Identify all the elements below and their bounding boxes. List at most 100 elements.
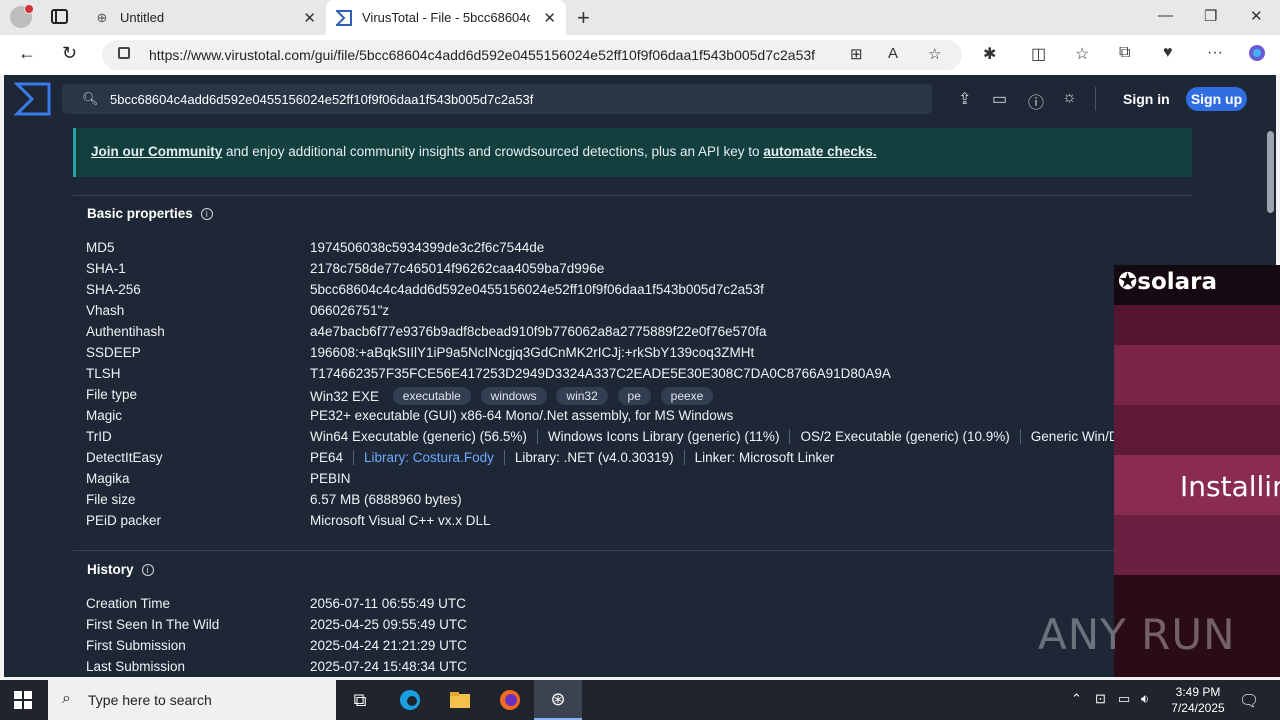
die-entry[interactable]: Library: .NET (v4.0.30319) [515,450,685,465]
die-entry[interactable]: Linker: Microsoft Linker [695,450,845,465]
notifications-icon[interactable]: 🗨︎ [1239,691,1259,711]
trid-entry[interactable]: Windows Icons Library (generic) (11%) [548,429,791,444]
banner-text: Join our Community and enjoy additional … [91,144,877,159]
tab-untitled[interactable]: ⊕ Untitled ✕ [84,0,326,35]
tab-actions-icon[interactable] [51,9,68,24]
close-icon[interactable]: ✕ [543,9,556,27]
chat-icon[interactable]: ▭ [992,89,1007,109]
split-screen-icon[interactable]: ◫ [1031,44,1046,64]
property-value[interactable]: 066026751"z [310,303,389,318]
property-value[interactable]: PEBIN [310,471,351,486]
minimize-icon[interactable]: — [1158,7,1173,24]
info-icon[interactable]: i [141,564,154,576]
banner-middle-text: and enjoy additional community insights … [222,144,764,159]
scrollbar-thumb[interactable] [1267,131,1274,213]
tag-win32[interactable]: win32 [556,387,608,405]
history-value[interactable]: 2025-07-24 15:48:34 UTC [310,659,467,674]
file-explorer-icon[interactable] [436,680,484,720]
costura-fody-link[interactable]: Library: Costura.Fody [364,450,505,465]
automate-checks-link[interactable]: automate checks. [763,144,876,159]
property-row-peid-packer: PEiD packer Microsoft Visual C++ vx.x DL… [86,510,1186,531]
refresh-icon[interactable]: ↻ [62,43,77,64]
history-key: Last Submission [86,659,186,674]
property-value[interactable]: 1974506038c5934399de3c2f6c7544de [310,240,544,255]
tab-label: Untitled [120,10,165,25]
taskbar-search[interactable]: ⌕ Type here to search [48,680,336,720]
history-value[interactable]: 2056-07-11 06:55:49 UTC [310,596,466,611]
close-icon[interactable]: ✕ [303,9,316,27]
property-key: Magic [86,408,123,423]
system-clock[interactable]: 3:49 PM 7/24/2025 [1163,684,1233,716]
installer-band [1114,305,1280,345]
vt-header: 🔍︎ ⇪ ▭ ⓘ ☼ Sign in Sign up [4,75,1264,123]
extensions-icon[interactable]: ✱ [983,44,996,64]
firefox-icon[interactable] [486,680,534,720]
tag-peexe[interactable]: peexe [660,387,714,405]
more-menu-icon[interactable]: ··· [1207,44,1223,62]
trid-entry[interactable]: Win64 Executable (generic) (56.5%) [310,429,538,444]
tag-windows[interactable]: windows [480,387,547,405]
property-row-sha256: SHA-256 5bcc68604c4c4add6d592e0455156024… [86,279,1186,300]
profile-avatar[interactable] [10,4,34,28]
tag-pe[interactable]: pe [617,387,651,405]
property-value[interactable]: T174662357F35FCE56E417253D2949D3324A337C… [310,366,891,381]
die-entry[interactable]: PE64 [310,450,355,465]
upload-icon[interactable]: ⇪ [958,89,971,109]
history-value[interactable]: 2025-04-25 09:55:49 UTC [310,617,467,632]
property-value: Win64 Executable (generic) (56.5%) Window… [310,429,1185,444]
window-close-icon[interactable]: ✕ [1250,7,1263,25]
restore-icon[interactable]: ❐ [1204,7,1217,25]
favorites-icon[interactable]: ☆ [1075,44,1089,64]
property-value[interactable]: PE32+ executable (GUI) x86-64 Mono/.Net … [310,408,733,423]
volume-icon[interactable]: 🔉︎ [1141,691,1149,707]
info-icon[interactable]: i [200,208,213,220]
property-key: TrID [86,429,112,444]
search-box[interactable]: 🔍︎ [62,84,932,114]
property-value[interactable]: a4e7bacb6f77e9376b9adf8cbead910f9b776062… [310,324,766,339]
url-text[interactable]: https://www.virustotal.com/gui/file/5bcc… [149,47,839,63]
property-value[interactable]: Microsoft Visual C++ vx.x DLL [310,513,491,528]
app-available-icon[interactable]: ⊞ [850,45,863,63]
property-key: PEiD packer [86,513,162,528]
url-field[interactable]: https://www.virustotal.com/gui/file/5bcc… [102,40,962,70]
new-tab-icon[interactable]: + [577,5,590,31]
device-icon[interactable]: ⊡ [1095,691,1106,707]
join-community-link[interactable]: Join our Community [91,144,222,159]
property-value: PE64 Library: Costura.Fody Library: .NET (… [310,450,854,465]
virustotal-icon [336,9,352,26]
windows-start-icon[interactable] [14,691,32,709]
tag-executable[interactable]: executable [392,387,471,405]
edge-icon[interactable] [386,680,434,720]
history-key: First Seen In The Wild [86,617,220,632]
task-view-icon[interactable]: ⧉ [336,680,384,720]
show-hidden-icons-icon[interactable]: ⌃ [1071,691,1082,707]
favorite-star-icon[interactable]: ☆ [928,45,941,63]
file-type-value[interactable]: Win32 EXE [310,389,379,404]
installing-status: Installin [1180,470,1280,503]
property-key: TLSH [86,366,121,381]
property-value[interactable]: 6.57 MB (6888960 bytes) [310,492,462,507]
collections-icon[interactable]: ⧉ [1119,44,1130,62]
property-row-md5: MD5 1974506038c5934399de3c2f6c7544de [86,237,1186,258]
back-arrow-icon[interactable]: ← [18,43,36,64]
sign-up-button[interactable]: Sign up [1186,87,1247,111]
copilot-icon[interactable] [1248,44,1266,67]
property-value[interactable]: 5bcc68604c4c4add6d592e0455156024e52ff10f… [310,282,764,297]
sign-in-link[interactable]: Sign in [1123,91,1170,107]
property-key: Vhash [86,303,125,318]
lock-icon[interactable] [118,47,130,59]
help-icon[interactable]: ⓘ [1028,89,1044,113]
history-row-last-submission: Last Submission 2025-07-24 15:48:34 UTC [86,656,1186,677]
property-value[interactable]: 196608:+aBqkSIIlY1iP9a5NcINcgjq3GdCnMK2r… [310,345,754,360]
installer-app-icon[interactable]: ⊛ [534,680,582,720]
trid-entry[interactable]: OS/2 Executable (generic) (10.9%) [800,429,1021,444]
tab-virustotal[interactable]: VirusTotal - File - 5bcc68604c4add6d592e… [326,0,566,35]
theme-toggle-icon[interactable]: ☼ [1062,89,1077,107]
property-value[interactable]: 2178c758de77c465014f96262caa4059ba7d996e [310,261,604,276]
browser-essentials-icon[interactable]: ♥ [1163,44,1173,62]
search-input[interactable] [110,88,910,110]
network-icon[interactable]: ▭ [1118,691,1130,707]
history-value[interactable]: 2025-04-24 21:21:29 UTC [310,638,467,653]
read-aloud-icon[interactable]: A [888,45,898,62]
virustotal-logo[interactable] [13,81,52,117]
